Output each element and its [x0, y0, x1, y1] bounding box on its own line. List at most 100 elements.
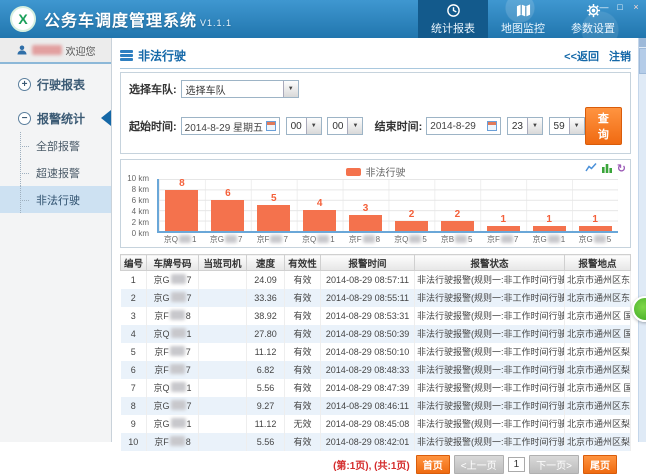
- bar-value: 4: [317, 199, 323, 209]
- x-tick-plate: 京F8: [341, 234, 387, 245]
- sidebar-item-label: 非法行驶: [36, 192, 80, 208]
- bar-group: 3: [343, 179, 389, 231]
- bar: [303, 210, 336, 231]
- last-page-button[interactable]: 尾页: [583, 455, 617, 474]
- app-title-text: 公务车调度管理系统: [44, 13, 197, 30]
- col-header-location: 报警地点: [565, 255, 631, 271]
- user-icon: [16, 44, 28, 56]
- bar-value: 1: [592, 215, 598, 225]
- chevron-down-icon[interactable]: ▼: [569, 118, 584, 134]
- chevron-down-icon[interactable]: ▼: [527, 118, 542, 134]
- end-date-input[interactable]: 2014-8-29: [426, 117, 501, 135]
- chevron-down-icon[interactable]: ▼: [347, 118, 362, 134]
- bar: [165, 190, 198, 231]
- search-button[interactable]: 查询: [585, 107, 622, 145]
- end-hour-select[interactable]: 23 ▼: [507, 117, 543, 135]
- sidebar-group-label: 行驶报表: [37, 76, 85, 93]
- x-tick-plate: 京F7: [249, 234, 295, 245]
- end-minute-select[interactable]: 59 ▼: [549, 117, 585, 135]
- bar-value: 1: [501, 215, 507, 225]
- bar-value: 3: [363, 204, 369, 214]
- prev-page-button[interactable]: <上一页: [454, 455, 504, 474]
- alarm-table: 编号 车牌号码 当班司机 速度 有效性 报警时间 报警状态 报警地点 1 京G7…: [120, 254, 631, 451]
- expand-icon[interactable]: +: [18, 78, 31, 91]
- y-tick: 0 km: [119, 229, 149, 238]
- bar-group: 2: [434, 179, 480, 231]
- table-row: 3 京F8 38.92 有效 2014-08-29 08:53:31 非法行驶报…: [121, 307, 631, 325]
- fleet-select[interactable]: 选择车队 ▼: [181, 80, 299, 98]
- map-icon: [516, 3, 531, 18]
- list-icon: [120, 50, 133, 61]
- x-tick-plate: 京Q1: [295, 234, 341, 245]
- y-tick: 4 km: [119, 207, 149, 216]
- sidebar-group-driving-reports[interactable]: + 行驶报表: [0, 70, 111, 98]
- bars: 8 6 5 4 3 2 2 1 1 1: [159, 179, 618, 231]
- sidebar-item-label: 超速报警: [36, 165, 80, 181]
- filter-panel: 选择车队: 选择车队 ▼ 起始时间: 2014-8-29 星期五 00 ▼ 00…: [120, 72, 631, 154]
- bar-group: 4: [297, 179, 343, 231]
- bar-plot: 8 6 5 4 3 2 2 1 1 1: [157, 179, 618, 233]
- y-tick: 8 km: [119, 185, 149, 194]
- scroll-up-arrow[interactable]: [639, 38, 646, 47]
- legend-swatch: [346, 168, 361, 176]
- chevron-down-icon[interactable]: ▼: [283, 81, 298, 97]
- x-axis-labels: 京Q1 京G7 京F7 京Q1 京F8 京Q5 京B5 京F7 京G1 京G5: [157, 234, 618, 245]
- back-link[interactable]: <<返回: [564, 48, 599, 64]
- minimize-button[interactable]: —: [597, 1, 611, 14]
- app-header: X 公务车调度管理系统V1.1.1 统计报表 地图监控: [0, 0, 646, 38]
- next-page-button[interactable]: 下一页>: [529, 455, 579, 474]
- nav-item-map-monitor[interactable]: 地图监控: [488, 0, 558, 38]
- sidebar-item-speeding-alarms[interactable]: 超速报警: [0, 159, 111, 186]
- page-header: 非法行驶 <<返回 注销: [120, 47, 631, 69]
- sidebar-item-all-alarms[interactable]: 全部报警: [0, 132, 111, 159]
- bar: [211, 200, 244, 231]
- end-date-value: 2014-8-29: [430, 121, 484, 132]
- start-hour-select[interactable]: 00 ▼: [286, 117, 322, 135]
- app-version: V1.1.1: [200, 18, 232, 28]
- end-time-label: 结束时间:: [375, 118, 423, 134]
- bar-group: 6: [205, 179, 251, 231]
- nav-item-statistics[interactable]: 统计报表: [418, 0, 488, 38]
- nav-label: 统计报表: [431, 20, 475, 36]
- sidebar-item-illegal-driving[interactable]: 非法行驶: [0, 186, 111, 213]
- scrollbar-thumb[interactable]: [639, 48, 646, 74]
- y-axis-labels: 10 km 8 km 6 km 4 km 2 km 0 km: [121, 174, 154, 238]
- table-row: 8 京G7 9.27 有效 2014-08-29 08:46:11 非法行驶报警…: [121, 397, 631, 415]
- col-header-time: 报警时间: [321, 255, 415, 271]
- bar: [441, 221, 474, 231]
- first-page-button[interactable]: 首页: [416, 455, 450, 474]
- clock-icon: [446, 3, 461, 18]
- chevron-down-icon[interactable]: ▼: [306, 118, 321, 134]
- plate-cell: 京G1: [147, 415, 199, 433]
- legend-label: 非法行驶: [366, 164, 406, 179]
- sidebar-group-label: 报警统计: [37, 110, 85, 127]
- logout-link[interactable]: 注销: [609, 48, 631, 64]
- plate-cell: 京F7: [147, 343, 199, 361]
- calendar-icon[interactable]: [266, 121, 276, 131]
- user-welcome: 欢迎您: [0, 38, 111, 64]
- start-date-input[interactable]: 2014-8-29 星期五: [181, 117, 280, 135]
- col-header-status: 报警状态: [415, 255, 565, 271]
- vertical-scrollbar[interactable]: [638, 38, 646, 442]
- maximize-button[interactable]: □: [613, 1, 627, 14]
- bar: [579, 226, 612, 231]
- col-header-driver: 当班司机: [199, 255, 247, 271]
- plate-cell: 京Q1: [147, 379, 199, 397]
- x-tick-plate: 京B5: [434, 234, 480, 245]
- chart-legend: 非法行驶: [121, 164, 630, 179]
- end-minute-value: 59: [550, 121, 569, 132]
- col-header-no: 编号: [121, 255, 147, 271]
- welcome-text: 欢迎您: [66, 43, 96, 58]
- app-logo-icon: X: [10, 6, 36, 32]
- close-button[interactable]: ×: [629, 1, 643, 14]
- sidebar-group-alarm-statistics[interactable]: − 报警统计: [0, 104, 111, 132]
- bar-value: 1: [546, 215, 552, 225]
- start-minute-select[interactable]: 00 ▼: [327, 117, 363, 135]
- plate-cell: 京F8: [147, 307, 199, 325]
- calendar-icon[interactable]: [487, 121, 497, 131]
- app-title: 公务车调度管理系统V1.1.1: [44, 7, 232, 31]
- fleet-select-value: 选择车队: [182, 82, 283, 97]
- bar: [487, 226, 520, 231]
- collapse-icon[interactable]: −: [18, 112, 31, 125]
- pagination: (第:1页), (共:1页) 首页 <上一页 1 下一页> 尾页: [120, 455, 631, 474]
